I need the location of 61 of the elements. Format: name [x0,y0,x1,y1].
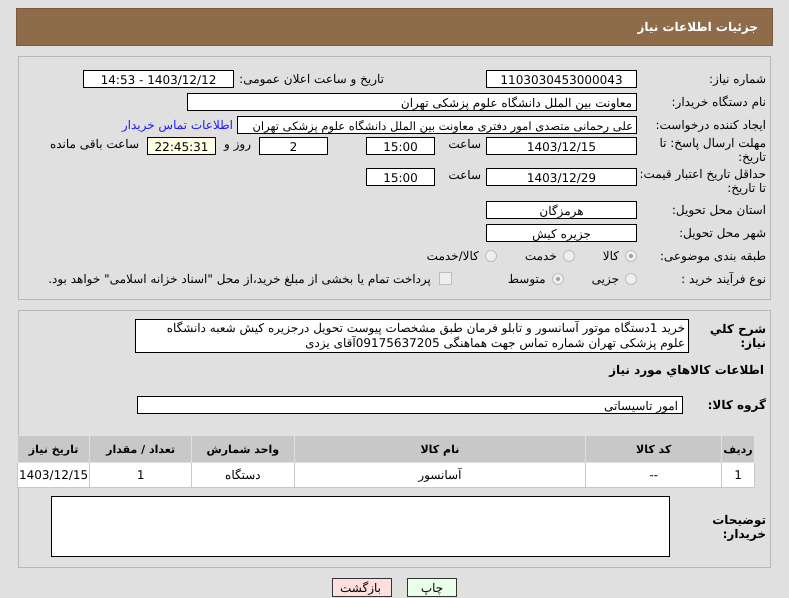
table-cell: -- [586,462,722,488]
checkbox-label: پرداخت تمام یا بخشی از مبلغ خرید،از محل "اسناد خزانه اسلامی" خواهد بود. [47,272,432,286]
field-label: گروه کالا: [706,398,767,412]
option-label: جزیی [590,272,620,286]
field-label: مهلت ارسال پاسخ: تا تاریخ: [658,136,767,164]
page-title: جزئیات اطلاعات نیاز [637,20,758,34]
column-header: تاریخ نیاز [18,436,90,462]
remaining-label: ساعت باقی مانده [48,137,140,151]
table-cell: دستگاه [192,462,294,488]
table-cell: 1 [722,462,754,488]
field-label: نوع فرآیند خرید : [680,272,767,286]
contact-link[interactable]: اطلاعات تماس خریدار [122,118,237,132]
input-field[interactable]: 22:45:31 [147,137,216,155]
column-header: واحد شمارش [192,436,294,462]
input-field[interactable]: 15:00 [366,137,435,155]
column-header: تعداد / مقدار [90,436,192,462]
checkbox[interactable] [438,272,452,285]
field-label: شرح کلي نياز: [708,322,767,350]
notes-field[interactable] [51,496,670,557]
input-field[interactable]: 15:00 [366,168,435,186]
column-header: نام کالا [294,436,586,462]
field-label: تاریخ و ساعت اعلان عمومی: [238,72,384,86]
input-field[interactable]: جزیره کیش [486,224,637,242]
table-cell: 1 [90,462,192,488]
field-label: توضیحات خریدار: [711,512,767,540]
column-header: کد کالا [586,436,722,462]
input-field[interactable]: هرمزگان [486,200,637,218]
option-label: کالا/خدمت [426,248,480,262]
input-field[interactable]: 1403/12/15 [486,137,637,155]
field-label: استان محل تحویل: [670,202,767,216]
section-title: اطلاعات کالاهاي مورد نياز [608,362,765,379]
option-label: خدمت [524,248,558,262]
radio-button[interactable] [625,272,637,284]
radio-button[interactable] [562,250,575,262]
input-field[interactable]: معاونت بین الملل دانشگاه علوم پزشکی تهران [187,92,637,110]
field-label: ایجاد کننده درخواست: [654,118,767,132]
field-label: شهر محل تحویل: [678,226,767,240]
option-label: کالا [602,248,620,262]
field-label: شماره نیاز: [708,72,767,86]
field-label: حداقل تاریخ اعتبار قیمت: تا تاریخ: [638,167,767,195]
input-field[interactable]: 1403/12/12 - 14:53 [83,70,234,88]
input-field[interactable]: 2 [259,137,328,155]
column-header: ردیف [722,436,754,462]
time-label: ساعت [447,168,481,182]
input-field[interactable]: امور تاسیساتی [137,396,683,414]
radio-button[interactable] [484,250,497,262]
field-label: نام دستگاه خریدار: [670,94,767,108]
input-field[interactable]: علی رحمانی متصدی امور دفتری معاونت بین الملل دانشگاه علوم پزشکی تهران [237,116,637,134]
input-field[interactable]: 1403/12/29 [486,168,637,186]
description-field[interactable]: خرید 1دستگاه موتور آسانسور و تابلو فرمان طبق مشخصات پیوست تحویل درجزیره کیش شعبه دانشگاه علوم پزشکی تهران شماره تماس جهت هماهنگی 09175637205آقای یزدی [135,319,689,353]
time-label: ساعت [447,137,481,151]
field-label: طبقه بندی موضوعی: [658,248,767,262]
radio-button[interactable] [552,272,564,284]
table-cell: آسانسور [294,462,586,488]
input-field[interactable]: 1103030453000043 [486,70,637,88]
print-button[interactable]: چاپ [407,578,457,597]
back-button[interactable]: بازگشت [332,578,392,597]
days-label: روز و [222,137,252,151]
radio-button[interactable] [625,250,637,262]
option-label: متوسط [506,272,547,286]
table-cell: 1403/12/15 [18,462,90,488]
